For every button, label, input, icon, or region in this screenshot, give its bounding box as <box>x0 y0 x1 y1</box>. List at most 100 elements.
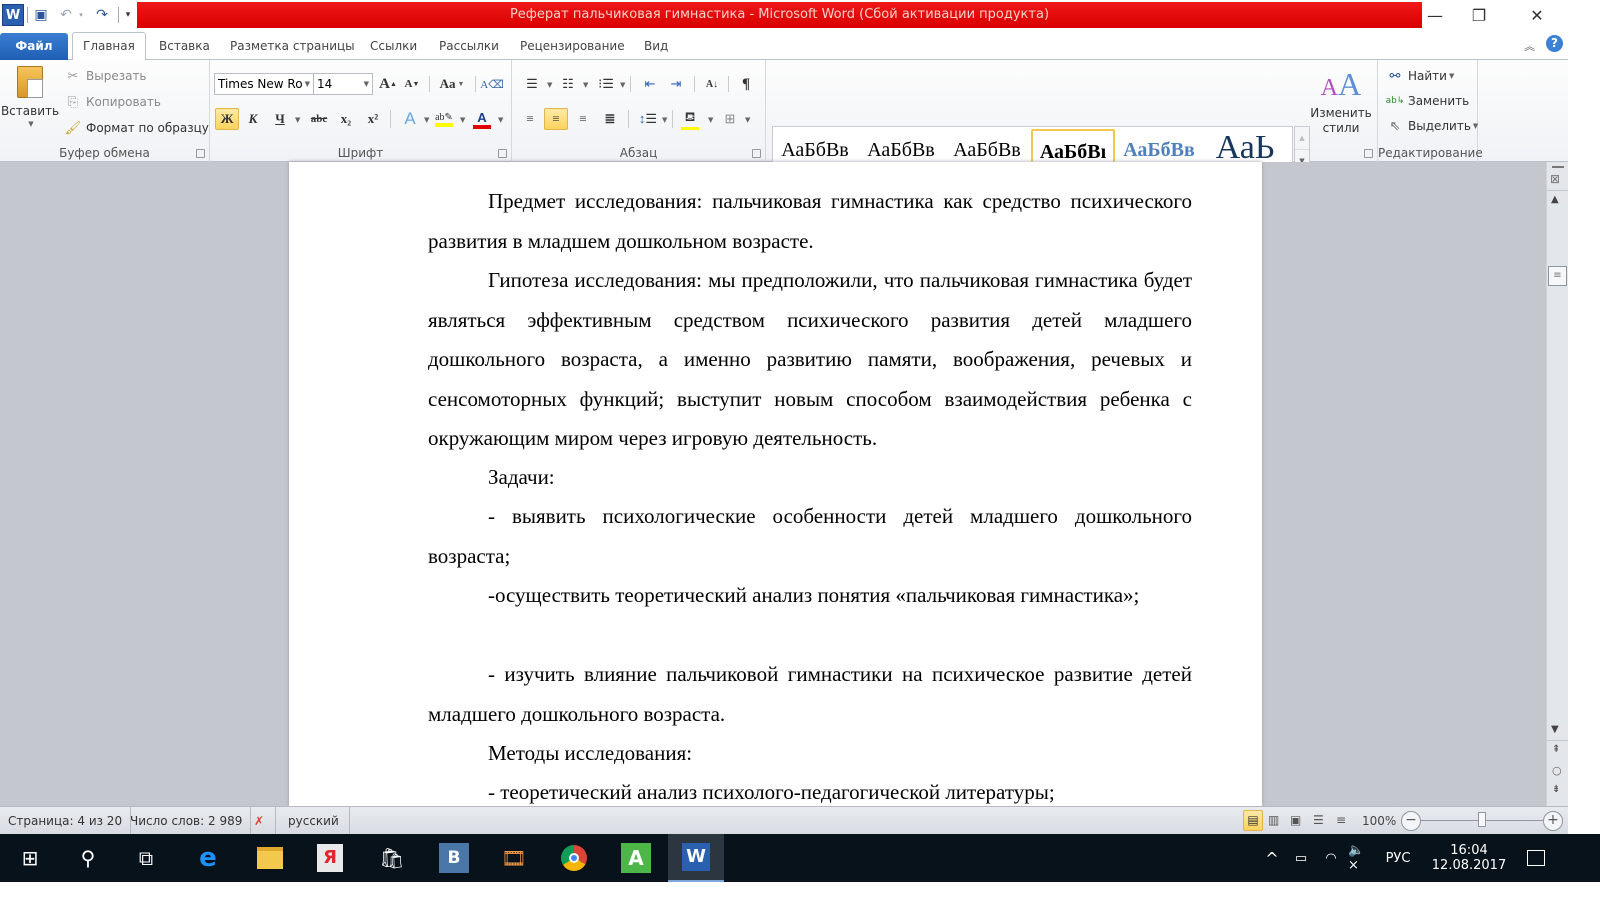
tab-file[interactable]: Файл <box>0 33 68 60</box>
font-size-combo[interactable]: 14 ▼ <box>313 73 373 95</box>
shrink-font-button[interactable]: A ▼ <box>400 73 424 95</box>
customize-qat-icon[interactable]: ▾ <box>122 4 134 26</box>
font-launcher-icon[interactable] <box>498 149 507 158</box>
align-center-button[interactable]: ≡ <box>544 108 568 130</box>
underline-button[interactable]: Ч <box>268 108 292 130</box>
next-page-icon[interactable]: ⇟ <box>1552 784 1560 795</box>
text-effects-button[interactable]: A <box>398 108 422 130</box>
multilevel-list-button[interactable]: ⁝☰ <box>594 73 618 95</box>
align-right-button[interactable]: ≡ <box>571 108 595 130</box>
input-language[interactable]: РУС <box>1378 834 1418 882</box>
task-view-button[interactable]: ⧉ <box>118 834 174 882</box>
multilevel-dropdown-icon[interactable]: ▼ <box>620 81 625 89</box>
split-handle[interactable] <box>1552 166 1564 168</box>
format-painter-button[interactable]: 🖌 Формат по образцу <box>64 118 209 138</box>
store-button[interactable]: 🛍 <box>364 834 420 882</box>
save-icon[interactable]: ▣ <box>31 4 51 26</box>
zoom-in-icon[interactable]: + <box>1543 811 1563 831</box>
web-layout-icon[interactable]: ▣ <box>1290 813 1301 827</box>
full-screen-reading-icon[interactable]: ▥ <box>1268 813 1279 827</box>
clipboard-launcher-icon[interactable] <box>196 149 205 158</box>
change-case-button[interactable]: Aa ▼ <box>436 73 468 95</box>
help-icon[interactable]: ? <box>1546 35 1563 52</box>
borders-dropdown-icon[interactable]: ▼ <box>745 116 750 124</box>
collapse-ribbon-icon[interactable]: ︽ <box>1524 38 1535 54</box>
vk-button[interactable]: В <box>426 834 482 882</box>
highlight-dropdown-icon[interactable]: ▼ <box>460 116 465 124</box>
strikethrough-button[interactable]: abc <box>307 108 331 130</box>
decrease-indent-button[interactable]: ⇤ <box>638 73 662 95</box>
scroll-down-icon[interactable]: ▼ <box>1551 724 1559 735</box>
undo-dropdown-icon[interactable]: ▾ <box>76 4 86 26</box>
clock[interactable]: 16:04 12.08.2017 <box>1424 834 1514 882</box>
word-count[interactable]: Число слов: 2 989 <box>122 807 252 835</box>
show-hidden-icons[interactable]: ^ <box>1260 834 1284 882</box>
bold-button[interactable]: Ж <box>215 108 239 130</box>
bullets-dropdown-icon[interactable]: ▼ <box>547 81 552 89</box>
borders-button[interactable]: ⊞ <box>718 108 742 130</box>
numbering-dropdown-icon[interactable]: ▼ <box>583 81 588 89</box>
font-color-dropdown-icon[interactable]: ▼ <box>498 116 503 124</box>
show-formatting-button[interactable]: ¶ <box>734 73 758 95</box>
document-paragraph[interactable]: - изучить влияние пальчиковой гимнастики… <box>428 655 1192 734</box>
shading-button[interactable]: ⛾ <box>678 108 702 130</box>
language-indicator[interactable]: русский <box>280 807 350 835</box>
chrome-button[interactable] <box>546 834 602 882</box>
highlight-button[interactable]: ab✎ <box>432 108 456 130</box>
italic-button[interactable]: К <box>241 108 265 130</box>
grow-font-button[interactable]: A ▲ <box>376 73 400 95</box>
proofing-icon[interactable]: ✗ <box>246 807 276 835</box>
file-explorer-button[interactable] <box>242 834 298 882</box>
align-left-button[interactable]: ≡ <box>518 108 542 130</box>
a-app-button[interactable]: A <box>608 834 664 882</box>
zoom-slider-thumb[interactable] <box>1478 812 1486 827</box>
minimize-button[interactable]: — <box>1412 0 1458 30</box>
tab-mailings[interactable]: Рассылки <box>429 33 509 60</box>
action-center-button[interactable] <box>1516 834 1556 882</box>
print-layout-icon[interactable]: ▤ <box>1243 810 1263 831</box>
search-button[interactable]: ⚲ <box>60 834 116 882</box>
media-app-button[interactable]: 🎞 <box>486 834 542 882</box>
word-icon[interactable]: W <box>2 4 24 26</box>
shading-dropdown-icon[interactable]: ▼ <box>708 116 713 124</box>
word-taskbar-button[interactable]: W <box>668 834 724 882</box>
select-button[interactable]: ⇖ Выделить ▼ <box>1386 116 1479 136</box>
zoom-level[interactable]: 100% <box>1362 814 1396 828</box>
tab-insert[interactable]: Вставка <box>149 33 220 60</box>
document-paragraph[interactable]: - теоретический анализ психолого-педагог… <box>428 773 1192 806</box>
font-name-combo[interactable]: Times New Ro ▼ <box>214 73 314 95</box>
scroll-up-icon[interactable]: ▲ <box>1551 194 1559 205</box>
paste-button[interactable]: Вставить ▼ <box>1 66 59 146</box>
restore-button[interactable]: ❐ <box>1456 0 1502 30</box>
styles-launcher-icon[interactable] <box>1364 149 1373 158</box>
zoom-out-icon[interactable]: − <box>1401 811 1421 831</box>
document-paragraph[interactable]: Гипотеза исследования: мы предположили, … <box>428 261 1192 459</box>
underline-dropdown-icon[interactable]: ▼ <box>295 116 300 124</box>
browse-object-icon[interactable]: ○ <box>1552 764 1562 777</box>
line-spacing-dropdown-icon[interactable]: ▼ <box>662 116 667 124</box>
sort-button[interactable]: А↓ <box>700 73 724 95</box>
increase-indent-button[interactable]: ⇥ <box>664 73 688 95</box>
paragraph-launcher-icon[interactable] <box>752 149 761 158</box>
tab-view[interactable]: Вид <box>634 33 678 60</box>
numbering-button[interactable]: ☷ <box>556 73 580 95</box>
previous-page-icon[interactable]: ⇞ <box>1552 744 1560 755</box>
draft-icon[interactable]: ≡ <box>1336 813 1346 827</box>
styles-scroll-up-icon[interactable]: ▲ <box>1295 127 1309 150</box>
wifi-icon[interactable]: ◠ <box>1318 834 1344 882</box>
document-page[interactable]: Предмет исследования: пальчиковая гимнас… <box>289 162 1262 806</box>
tab-review[interactable]: Рецензирование <box>510 33 635 60</box>
start-button[interactable]: ⊞ <box>2 834 58 882</box>
undo-icon[interactable]: ↶ <box>57 4 75 26</box>
battery-icon[interactable]: ▭ <box>1288 834 1314 882</box>
line-spacing-button[interactable]: ↕ ☰ <box>636 108 660 130</box>
change-styles-button[interactable]: AA Изменить стили <box>1310 66 1372 146</box>
bullets-button[interactable]: ☰ <box>520 73 544 95</box>
page-indicator[interactable]: Страница: 4 из 20 <box>0 807 132 835</box>
subscript-button[interactable]: x₂ <box>334 108 358 130</box>
text-effects-dropdown-icon[interactable]: ▼ <box>424 116 429 124</box>
close-button[interactable]: ✕ <box>1514 0 1560 30</box>
tab-home[interactable]: Главная <box>72 32 146 61</box>
cut-button[interactable]: ✂ Вырезать <box>64 66 147 86</box>
scroll-thumb[interactable]: ≡ <box>1548 266 1567 286</box>
